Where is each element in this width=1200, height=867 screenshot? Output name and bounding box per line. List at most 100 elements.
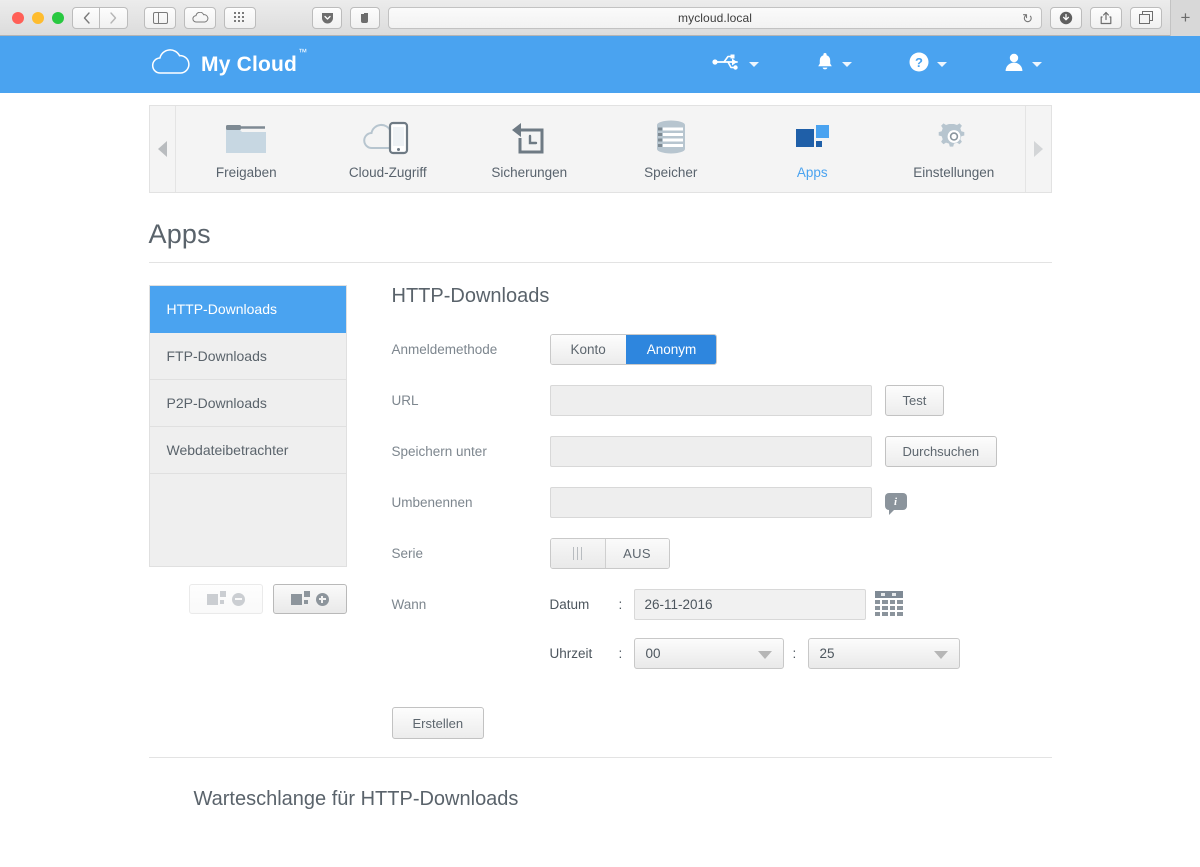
nav-next-button[interactable] bbox=[1024, 106, 1051, 192]
app-header: My Cloud™ ? bbox=[0, 36, 1200, 93]
nav-tab-speicher[interactable]: Speicher bbox=[600, 106, 742, 192]
plus-circle-icon bbox=[315, 592, 329, 606]
zoom-window-button[interactable] bbox=[52, 11, 64, 24]
chevron-down-icon bbox=[757, 651, 772, 659]
new-tab-button[interactable]: + bbox=[1170, 0, 1200, 36]
url-input[interactable] bbox=[549, 385, 872, 416]
usb-menu[interactable] bbox=[712, 53, 759, 76]
hour-select[interactable]: 00 bbox=[633, 638, 784, 669]
field-row-submit: Erstellen bbox=[391, 707, 1052, 739]
nav-tab-einstellungen[interactable]: Einstellungen bbox=[883, 106, 1025, 192]
page-title: Apps bbox=[148, 219, 211, 249]
sidebar-toggle-button[interactable] bbox=[144, 6, 176, 29]
sidebar-item-label: FTP-Downloads bbox=[166, 348, 267, 364]
app-minus-icon bbox=[206, 590, 226, 608]
help-menu[interactable]: ? bbox=[908, 51, 947, 78]
clipper-icon[interactable] bbox=[350, 6, 380, 29]
address-bar[interactable]: mycloud.local ↻ bbox=[388, 6, 1042, 29]
test-button[interactable]: Test bbox=[884, 385, 945, 416]
reload-button[interactable]: ↻ bbox=[1022, 11, 1033, 27]
minute-select[interactable]: 25 bbox=[807, 638, 960, 669]
field-row-url: URL Test bbox=[392, 385, 1052, 416]
backup-icon bbox=[508, 118, 550, 156]
time-row: Uhrzeit : 00 : 25 bbox=[550, 638, 960, 669]
sidebar-item-p2p-downloads[interactable]: P2P-Downloads bbox=[149, 380, 346, 427]
apps-list-empty-space bbox=[149, 474, 346, 566]
grid-icon[interactable] bbox=[224, 6, 256, 29]
svg-text:?: ? bbox=[915, 55, 923, 70]
nav-tab-label: Sicherungen bbox=[491, 165, 568, 180]
time-label: Uhrzeit bbox=[549, 646, 593, 661]
share-icon[interactable] bbox=[1090, 6, 1122, 29]
pocket-icon[interactable] bbox=[312, 6, 342, 29]
field-row-save-as: Speichern unter Durchsuchen bbox=[392, 436, 1052, 467]
notifications-menu[interactable] bbox=[815, 51, 852, 78]
date-label: Datum bbox=[549, 597, 590, 612]
save-as-input[interactable] bbox=[549, 436, 872, 467]
content-container: Apps HTTP-Downloads FTP-Downloads P2P-Do… bbox=[148, 219, 1052, 811]
time-separator: : bbox=[792, 646, 797, 661]
calendar-icon[interactable] bbox=[874, 591, 903, 618]
sidebar-item-ftp-downloads[interactable]: FTP-Downloads bbox=[149, 333, 346, 380]
close-window-button[interactable] bbox=[12, 11, 24, 24]
chevron-left-icon bbox=[157, 141, 167, 157]
rename-input[interactable] bbox=[549, 487, 872, 518]
sidebar-item-webdateibetrachter[interactable]: Webdateibetrachter bbox=[149, 427, 346, 474]
date-row: Datum : bbox=[550, 589, 960, 620]
header-menus: ? bbox=[712, 51, 1042, 78]
add-app-button[interactable] bbox=[272, 584, 347, 614]
create-button[interactable]: Erstellen bbox=[391, 707, 485, 739]
sidebar-item-http-downloads[interactable]: HTTP-Downloads bbox=[149, 286, 346, 333]
nav-tab-cloud-zugriff[interactable]: Cloud-Zugriff bbox=[317, 106, 459, 192]
bell-icon bbox=[815, 51, 835, 78]
save-as-label: Speichern unter bbox=[391, 444, 487, 459]
chevron-down-icon bbox=[842, 62, 852, 67]
sidebar-item-label: HTTP-Downloads bbox=[166, 301, 277, 317]
user-icon bbox=[1003, 51, 1025, 78]
when-label: Wann bbox=[391, 597, 427, 612]
browse-button[interactable]: Durchsuchen bbox=[884, 436, 998, 467]
nav-tab-label: Cloud-Zugriff bbox=[348, 165, 427, 180]
brand-label: My Cloud™ bbox=[201, 46, 308, 76]
login-method-option-anonym[interactable]: Anonym bbox=[625, 335, 717, 364]
nav-prev-button[interactable] bbox=[149, 106, 176, 192]
sidebar-item-label: Webdateibetrachter bbox=[166, 442, 289, 458]
nav-tab-sicherungen[interactable]: Sicherungen bbox=[459, 106, 601, 192]
icloud-tabs-button[interactable] bbox=[184, 6, 216, 29]
field-row-when: Wann Datum : Uhrzeit bbox=[392, 589, 1052, 687]
date-input[interactable] bbox=[633, 589, 866, 620]
url-text: mycloud.local bbox=[678, 10, 752, 25]
url-label: URL bbox=[391, 393, 419, 408]
brand[interactable]: My Cloud™ bbox=[150, 46, 308, 80]
storage-icon bbox=[650, 118, 692, 156]
apps-list-actions bbox=[149, 584, 347, 614]
navigation-buttons[interactable] bbox=[72, 6, 128, 29]
date-colon: : bbox=[618, 597, 623, 612]
info-icon[interactable]: i bbox=[884, 493, 907, 515]
nav-tab-label: Freigaben bbox=[215, 165, 277, 180]
login-method-segmented-control[interactable]: Konto Anonym bbox=[549, 334, 718, 365]
chevron-right-icon bbox=[1033, 141, 1043, 157]
tab-overview-icon[interactable] bbox=[1130, 6, 1162, 29]
account-menu[interactable] bbox=[1003, 51, 1042, 78]
remove-app-button[interactable] bbox=[188, 584, 263, 614]
app-detail-panel: HTTP-Downloads Anmeldemethode Konto Anon… bbox=[347, 285, 1052, 739]
series-toggle[interactable]: AUS bbox=[549, 538, 670, 569]
cloud-device-icon bbox=[360, 118, 416, 156]
queue-title: Warteschlange für HTTP-Downloads bbox=[193, 788, 519, 810]
window-controls[interactable] bbox=[6, 11, 72, 24]
nav-tab-label: Speicher bbox=[644, 165, 698, 180]
browser-toolbar: mycloud.local ↻ + bbox=[0, 0, 1200, 36]
series-label: Serie bbox=[391, 546, 424, 561]
back-button[interactable] bbox=[72, 6, 100, 29]
download-icon[interactable] bbox=[1050, 6, 1082, 29]
nav-tab-freigaben[interactable]: Freigaben bbox=[176, 106, 318, 192]
minimize-window-button[interactable] bbox=[32, 11, 44, 24]
login-method-label: Anmeldemethode bbox=[391, 342, 498, 357]
series-toggle-state: AUS bbox=[604, 539, 669, 568]
nav-tab-apps[interactable]: Apps bbox=[742, 106, 884, 192]
login-method-option-konto[interactable]: Konto bbox=[550, 335, 626, 364]
field-row-rename: Umbenennen i bbox=[392, 487, 1052, 518]
chevron-down-icon bbox=[937, 62, 947, 67]
forward-button[interactable] bbox=[100, 6, 128, 29]
